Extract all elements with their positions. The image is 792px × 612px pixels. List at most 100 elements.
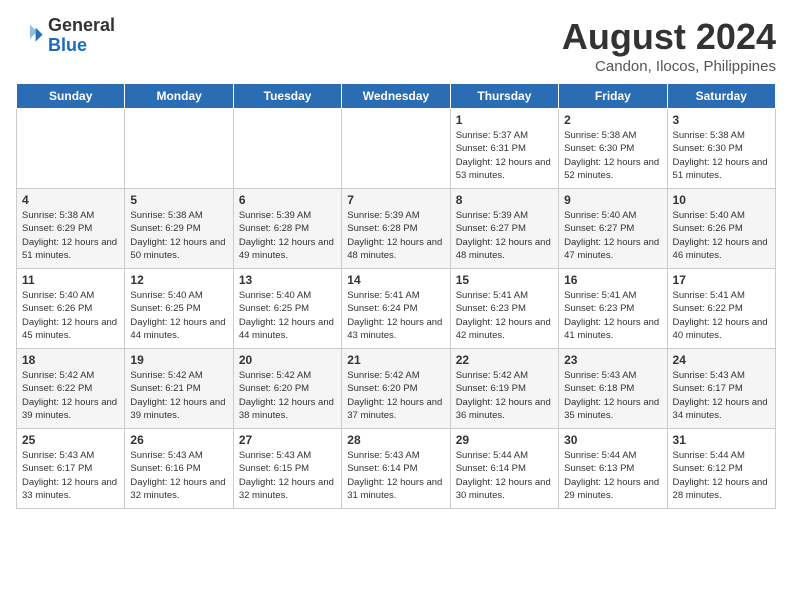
calendar-cell: 26 Sunrise: 5:43 AM Sunset: 6:16 PM Dayli…: [125, 429, 233, 509]
day-content: Sunrise: 5:42 AM Sunset: 6:20 PM Dayligh…: [239, 369, 336, 422]
calendar-cell: 1 Sunrise: 5:37 AM Sunset: 6:31 PM Daylig…: [450, 109, 558, 189]
calendar-cell: 2 Sunrise: 5:38 AM Sunset: 6:30 PM Daylig…: [559, 109, 667, 189]
logo: General Blue: [16, 16, 115, 56]
header-cell-thursday: Thursday: [450, 84, 558, 109]
day-content: Sunrise: 5:44 AM Sunset: 6:13 PM Dayligh…: [564, 449, 661, 502]
day-number: 26: [130, 433, 227, 447]
day-number: 11: [22, 273, 119, 287]
day-number: 23: [564, 353, 661, 367]
header-cell-monday: Monday: [125, 84, 233, 109]
calendar-cell: 31Sunrise: 5:44 AM Sunset: 6:12 PM Dayli…: [667, 429, 775, 509]
day-content: Sunrise: 5:43 AM Sunset: 6:18 PM Dayligh…: [564, 369, 661, 422]
day-number: 22: [456, 353, 553, 367]
day-content: Sunrise: 5:43 AM Sunset: 6:15 PM Dayligh…: [239, 449, 336, 502]
day-content: Sunrise: 5:38 AM Sunset: 6:30 PM Dayligh…: [564, 129, 661, 182]
calendar-cell: 17 Sunrise: 5:41 AM Sunset: 6:22 PM Dayli…: [667, 269, 775, 349]
day-number: 16: [564, 273, 661, 287]
day-content: Sunrise: 5:43 AM Sunset: 6:17 PM Dayligh…: [22, 449, 119, 502]
day-content: Sunrise: 5:42 AM Sunset: 6:19 PM Dayligh…: [456, 369, 553, 422]
calendar-cell: 25 Sunrise: 5:43 AM Sunset: 6:17 PM Dayli…: [17, 429, 125, 509]
day-number: 7: [347, 193, 444, 207]
day-content: Sunrise: 5:42 AM Sunset: 6:20 PM Dayligh…: [347, 369, 444, 422]
general-blue-logo-icon: [16, 22, 44, 50]
day-content: Sunrise: 5:39 AM Sunset: 6:27 PM Dayligh…: [456, 209, 553, 262]
calendar-cell: 11 Sunrise: 5:40 AM Sunset: 6:26 PM Dayli…: [17, 269, 125, 349]
day-content: Sunrise: 5:37 AM Sunset: 6:31 PM Dayligh…: [456, 129, 553, 182]
day-content: Sunrise: 5:39 AM Sunset: 6:28 PM Dayligh…: [347, 209, 444, 262]
calendar-cell: 20Sunrise: 5:42 AM Sunset: 6:20 PM Dayli…: [233, 349, 341, 429]
header-cell-wednesday: Wednesday: [342, 84, 450, 109]
calendar-cell: 19Sunrise: 5:42 AM Sunset: 6:21 PM Dayli…: [125, 349, 233, 429]
day-content: Sunrise: 5:40 AM Sunset: 6:26 PM Dayligh…: [673, 209, 770, 262]
calendar-cell: [125, 109, 233, 189]
day-content: Sunrise: 5:40 AM Sunset: 6:25 PM Dayligh…: [239, 289, 336, 342]
day-content: Sunrise: 5:41 AM Sunset: 6:23 PM Dayligh…: [564, 289, 661, 342]
calendar-cell: 3 Sunrise: 5:38 AM Sunset: 6:30 PM Daylig…: [667, 109, 775, 189]
day-content: Sunrise: 5:38 AM Sunset: 6:29 PM Dayligh…: [130, 209, 227, 262]
day-number: 30: [564, 433, 661, 447]
day-number: 12: [130, 273, 227, 287]
calendar-cell: [17, 109, 125, 189]
calendar-cell: 9Sunrise: 5:40 AM Sunset: 6:27 PM Daylig…: [559, 189, 667, 269]
header-row: SundayMondayTuesdayWednesdayThursdayFrid…: [17, 84, 776, 109]
day-number: 13: [239, 273, 336, 287]
day-number: 29: [456, 433, 553, 447]
calendar-week-row: 1 Sunrise: 5:37 AM Sunset: 6:31 PM Daylig…: [17, 109, 776, 189]
day-content: Sunrise: 5:44 AM Sunset: 6:14 PM Dayligh…: [456, 449, 553, 502]
day-number: 2: [564, 113, 661, 127]
calendar-cell: 24 Sunrise: 5:43 AM Sunset: 6:17 PM Dayli…: [667, 349, 775, 429]
day-number: 6: [239, 193, 336, 207]
day-number: 27: [239, 433, 336, 447]
day-number: 8: [456, 193, 553, 207]
day-content: Sunrise: 5:43 AM Sunset: 6:16 PM Dayligh…: [130, 449, 227, 502]
calendar-week-row: 25 Sunrise: 5:43 AM Sunset: 6:17 PM Dayli…: [17, 429, 776, 509]
logo-line2: Blue: [48, 36, 115, 56]
calendar-cell: 22 Sunrise: 5:42 AM Sunset: 6:19 PM Dayli…: [450, 349, 558, 429]
header-cell-saturday: Saturday: [667, 84, 775, 109]
calendar-week-row: 11 Sunrise: 5:40 AM Sunset: 6:26 PM Dayli…: [17, 269, 776, 349]
day-content: Sunrise: 5:40 AM Sunset: 6:26 PM Dayligh…: [22, 289, 119, 342]
calendar-cell: 7 Sunrise: 5:39 AM Sunset: 6:28 PM Daylig…: [342, 189, 450, 269]
calendar-cell: 5 Sunrise: 5:38 AM Sunset: 6:29 PM Daylig…: [125, 189, 233, 269]
calendar-cell: 8 Sunrise: 5:39 AM Sunset: 6:27 PM Daylig…: [450, 189, 558, 269]
calendar-cell: 21Sunrise: 5:42 AM Sunset: 6:20 PM Dayli…: [342, 349, 450, 429]
day-number: 1: [456, 113, 553, 127]
header-cell-tuesday: Tuesday: [233, 84, 341, 109]
day-number: 28: [347, 433, 444, 447]
title-block: August 2024 Candon, Ilocos, Philippines: [562, 16, 776, 75]
calendar-cell: 12Sunrise: 5:40 AM Sunset: 6:25 PM Dayli…: [125, 269, 233, 349]
day-content: Sunrise: 5:42 AM Sunset: 6:22 PM Dayligh…: [22, 369, 119, 422]
calendar-header: SundayMondayTuesdayWednesdayThursdayFrid…: [17, 84, 776, 109]
calendar-cell: 16 Sunrise: 5:41 AM Sunset: 6:23 PM Dayli…: [559, 269, 667, 349]
calendar-cell: 27 Sunrise: 5:43 AM Sunset: 6:15 PM Dayli…: [233, 429, 341, 509]
day-number: 17: [673, 273, 770, 287]
logo-text: General Blue: [48, 16, 115, 56]
day-number: 24: [673, 353, 770, 367]
day-content: Sunrise: 5:41 AM Sunset: 6:24 PM Dayligh…: [347, 289, 444, 342]
calendar-cell: 30 Sunrise: 5:44 AM Sunset: 6:13 PM Dayli…: [559, 429, 667, 509]
calendar-cell: 6 Sunrise: 5:39 AM Sunset: 6:28 PM Daylig…: [233, 189, 341, 269]
calendar-cell: 23 Sunrise: 5:43 AM Sunset: 6:18 PM Dayli…: [559, 349, 667, 429]
calendar-cell: 13 Sunrise: 5:40 AM Sunset: 6:25 PM Dayli…: [233, 269, 341, 349]
day-number: 3: [673, 113, 770, 127]
calendar-cell: 14Sunrise: 5:41 AM Sunset: 6:24 PM Dayli…: [342, 269, 450, 349]
day-number: 25: [22, 433, 119, 447]
calendar-cell: 29 Sunrise: 5:44 AM Sunset: 6:14 PM Dayli…: [450, 429, 558, 509]
day-content: Sunrise: 5:41 AM Sunset: 6:22 PM Dayligh…: [673, 289, 770, 342]
day-content: Sunrise: 5:38 AM Sunset: 6:30 PM Dayligh…: [673, 129, 770, 182]
day-content: Sunrise: 5:39 AM Sunset: 6:28 PM Dayligh…: [239, 209, 336, 262]
day-number: 4: [22, 193, 119, 207]
day-number: 10: [673, 193, 770, 207]
header-cell-friday: Friday: [559, 84, 667, 109]
calendar-body: 1 Sunrise: 5:37 AM Sunset: 6:31 PM Daylig…: [17, 109, 776, 509]
day-content: Sunrise: 5:38 AM Sunset: 6:29 PM Dayligh…: [22, 209, 119, 262]
day-number: 5: [130, 193, 227, 207]
location-subtitle: Candon, Ilocos, Philippines: [562, 58, 776, 75]
logo-line1: General: [48, 16, 115, 36]
header-cell-sunday: Sunday: [17, 84, 125, 109]
calendar-cell: [233, 109, 341, 189]
calendar-cell: 4 Sunrise: 5:38 AM Sunset: 6:29 PM Daylig…: [17, 189, 125, 269]
day-content: Sunrise: 5:43 AM Sunset: 6:17 PM Dayligh…: [673, 369, 770, 422]
calendar-cell: 18Sunrise: 5:42 AM Sunset: 6:22 PM Dayli…: [17, 349, 125, 429]
page-header: General Blue August 2024 Candon, Ilocos,…: [16, 16, 776, 75]
